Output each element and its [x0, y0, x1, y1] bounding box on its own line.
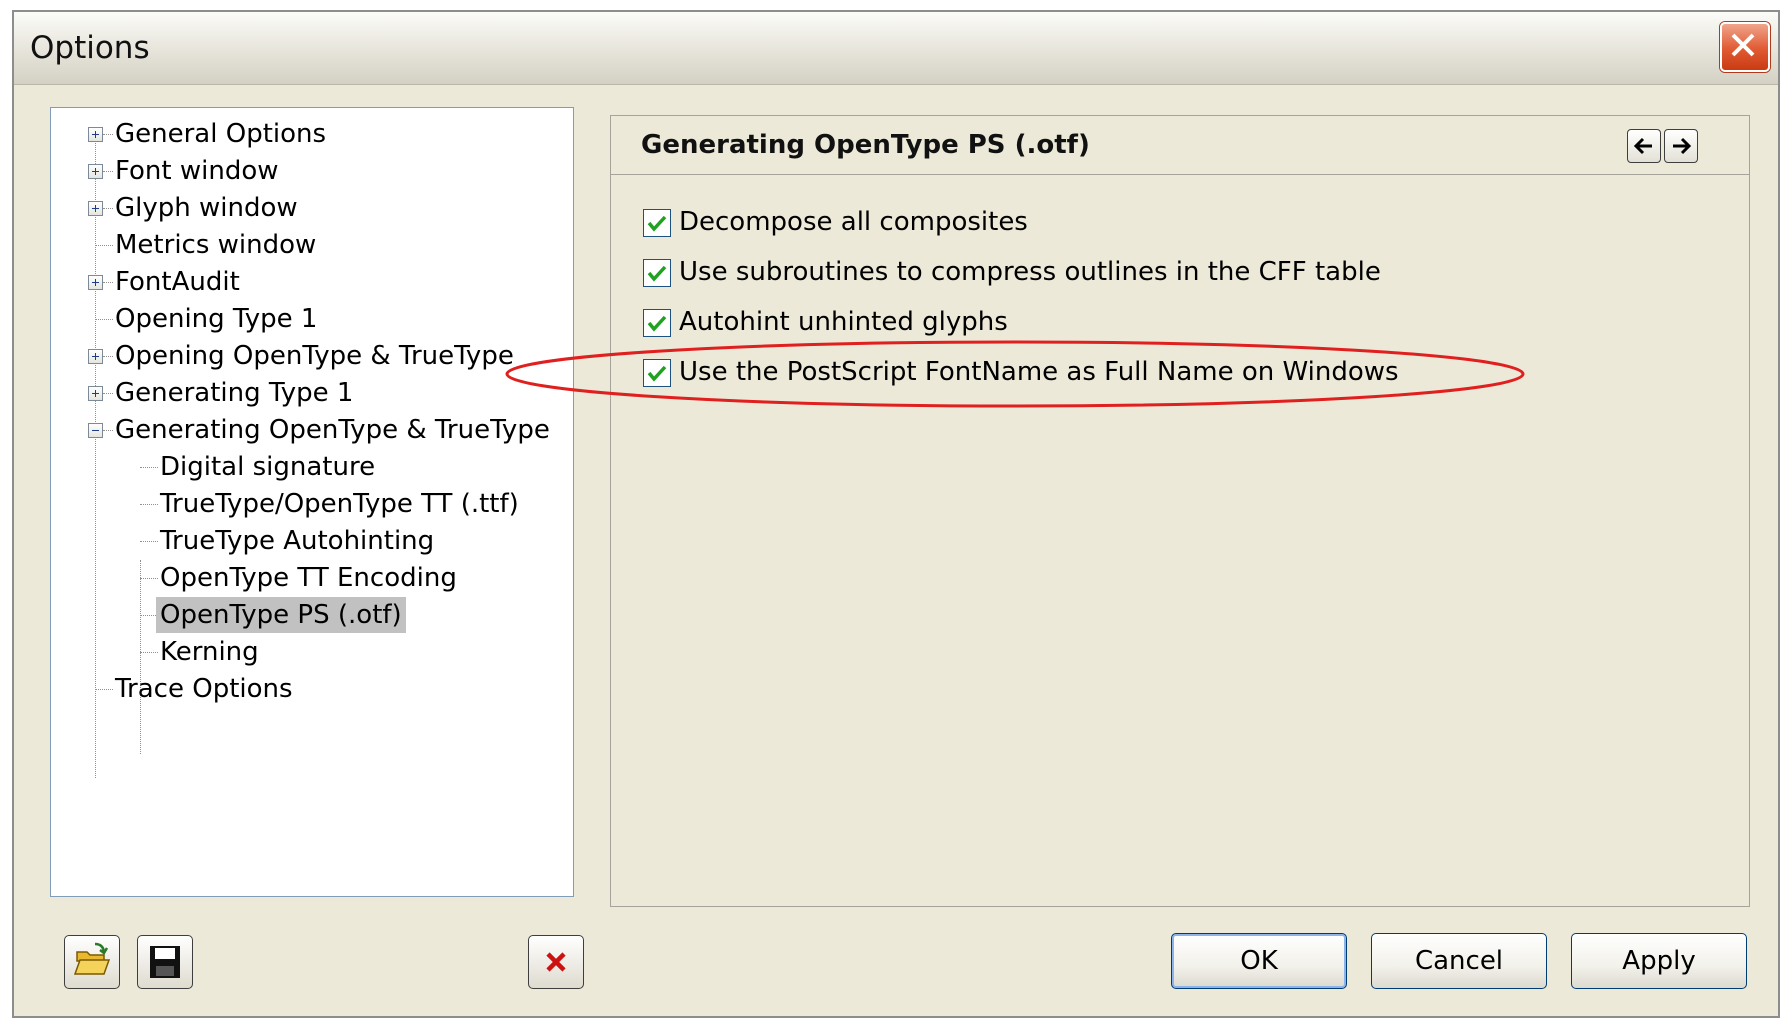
close-icon [1731, 33, 1755, 57]
tree-item-label: TrueType/OpenType TT (.ttf) [160, 489, 519, 519]
checkbox[interactable] [643, 309, 671, 337]
option-label: Use the PostScript FontName as Full Name… [679, 357, 1399, 387]
tree-item-label: OpenType TT Encoding [160, 563, 457, 593]
settings-header: Generating OpenType PS (.otf) [611, 116, 1749, 175]
tree-guide-line [140, 560, 141, 754]
option-label: Decompose all composites [679, 207, 1028, 237]
settings-panel: Generating OpenType PS (.otf) Decompose … [610, 115, 1750, 907]
checkbox[interactable] [643, 359, 671, 387]
tree-item-label: Generating Type 1 [115, 378, 354, 408]
checkmark-icon [647, 365, 667, 382]
folder-open-icon [73, 942, 111, 975]
save-settings-button[interactable] [137, 935, 193, 989]
expand-plus-icon[interactable] [88, 349, 103, 364]
delete-x-icon [546, 952, 566, 972]
previous-page-button[interactable] [1627, 129, 1661, 163]
apply-button[interactable]: Apply [1571, 933, 1747, 989]
expand-plus-icon[interactable] [88, 201, 103, 216]
tree-item-label-selected: OpenType PS (.otf) [156, 597, 406, 633]
expand-plus-icon[interactable] [88, 275, 103, 290]
checkbox[interactable] [643, 259, 671, 287]
collapse-minus-icon[interactable] [88, 423, 103, 438]
delete-button[interactable] [528, 935, 584, 989]
tree-item-label: Digital signature [160, 452, 376, 482]
open-settings-button[interactable] [64, 935, 120, 989]
cancel-button[interactable]: Cancel [1371, 933, 1547, 989]
options-tree[interactable]: General Options Font window Glyph window… [50, 107, 574, 897]
arrow-right-icon [1673, 137, 1692, 155]
tree-item-label: Trace Options [115, 674, 293, 704]
ok-button[interactable]: OK [1171, 933, 1347, 989]
tree-item-label: Opening OpenType & TrueType [115, 341, 514, 371]
tree-item-label: Generating OpenType & TrueType [115, 415, 550, 445]
dialog-title: Options [30, 30, 150, 66]
save-disk-icon [150, 946, 180, 978]
expand-plus-icon[interactable] [88, 386, 103, 401]
tree-item-label: Opening Type 1 [115, 304, 318, 334]
checkbox[interactable] [643, 209, 671, 237]
section-title: Generating OpenType PS (.otf) [641, 130, 1090, 160]
checkmark-icon [647, 215, 667, 232]
checkmark-icon [647, 315, 667, 332]
option-label: Autohint unhinted glyphs [679, 307, 1008, 337]
tree-item-label: Font window [115, 156, 279, 186]
tree-guide-line [95, 132, 96, 778]
expand-plus-icon[interactable] [88, 164, 103, 179]
close-button[interactable] [1720, 22, 1770, 72]
tree-item-label: FontAudit [115, 267, 240, 297]
title-bar[interactable]: Options [14, 12, 1778, 85]
tree-item-label: TrueType Autohinting [160, 526, 435, 556]
tree-item-label: Kerning [160, 637, 259, 667]
tree-item-label: General Options [115, 119, 327, 149]
option-label: Use subroutines to compress outlines in … [679, 257, 1381, 287]
expand-plus-icon[interactable] [88, 127, 103, 142]
tree-item-label: Glyph window [115, 193, 298, 223]
tree-item-label: Metrics window [115, 230, 317, 260]
next-page-button[interactable] [1664, 129, 1698, 163]
checkmark-icon [647, 265, 667, 282]
arrow-left-icon [1633, 137, 1652, 155]
